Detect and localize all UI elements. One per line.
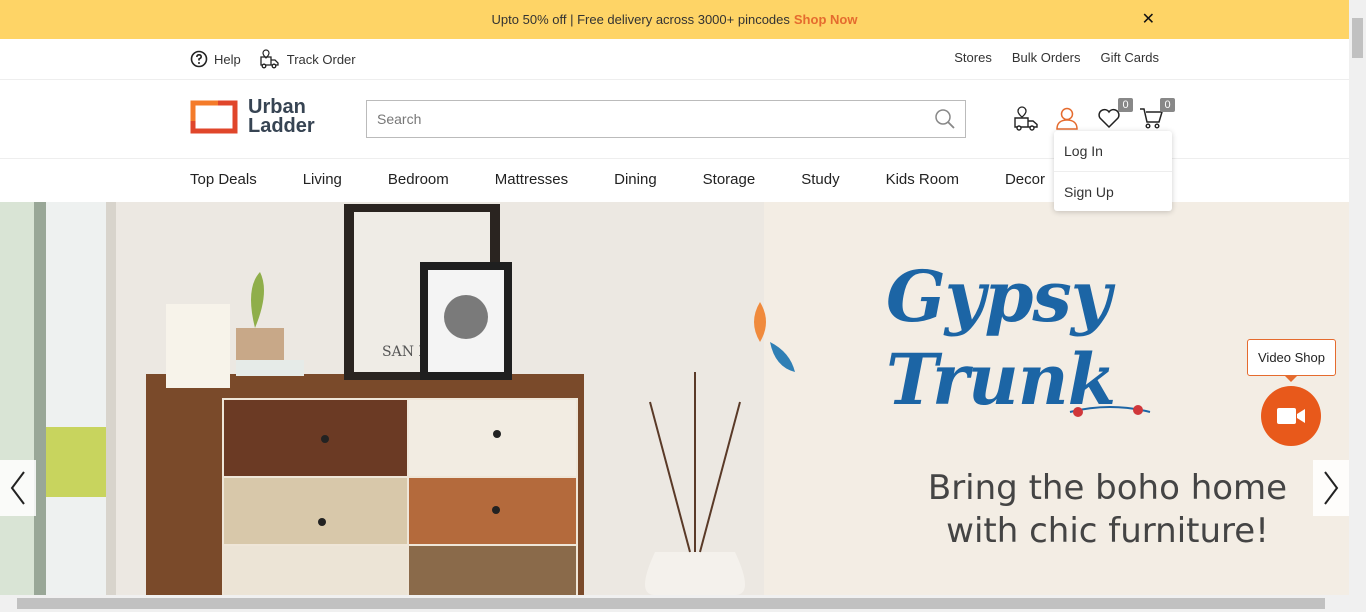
close-icon[interactable]: ✕ [1142, 9, 1155, 29]
header-icons: 0 0 [1013, 98, 1175, 131]
nav-item-mattresses[interactable]: Mattresses [495, 171, 568, 188]
nav-item-living[interactable]: Living [303, 171, 342, 188]
bulk-orders-link[interactable]: Bulk Orders [1012, 50, 1081, 65]
gift-cards-link[interactable]: Gift Cards [1100, 50, 1159, 65]
logo-text-ladder: Ladder [248, 115, 315, 137]
video-shop-tooltip: Video Shop [1247, 339, 1336, 382]
login-link[interactable]: Log In [1054, 131, 1172, 171]
chevron-right-icon [1324, 471, 1339, 505]
wishlist-heart-icon[interactable]: 0 [1097, 98, 1133, 130]
utility-bar: Help Track Order Stores Bulk Orders Gift… [0, 39, 1349, 80]
truck-location-icon [260, 49, 279, 69]
vertical-scrollbar[interactable] [1349, 0, 1366, 612]
banner-subtitle: Bring the boho home with chic furniture! [920, 467, 1295, 553]
account-dropdown: Log In Sign Up [1054, 131, 1172, 211]
vertical-scroll-thumb[interactable] [1352, 18, 1363, 58]
logo-mark-icon [190, 99, 238, 135]
signup-link[interactable]: Sign Up [1054, 171, 1172, 211]
urban-ladder-logo[interactable]: Urban Ladder [190, 97, 315, 137]
track-order-label: Track Order [286, 51, 356, 67]
nav-item-decor[interactable]: Decor [1005, 171, 1045, 188]
nav-item-kids-room[interactable]: Kids Room [886, 171, 959, 188]
nav-item-top-deals[interactable]: Top Deals [190, 171, 257, 188]
horizontal-scrollbar[interactable] [0, 595, 1349, 612]
video-shop-button[interactable] [1261, 386, 1321, 446]
video-shop-label: Video Shop [1258, 350, 1325, 365]
stores-link[interactable]: Stores [954, 50, 992, 65]
carousel-next-button[interactable] [1313, 460, 1349, 516]
promo-text: Upto 50% off | Free delivery across 3000… [491, 12, 790, 27]
search-input[interactable] [367, 101, 925, 137]
nav-item-storage[interactable]: Storage [703, 171, 756, 188]
track-order-link[interactable]: Track Order [259, 49, 356, 69]
horizontal-scroll-thumb[interactable] [17, 598, 1325, 609]
help-link[interactable]: Help [190, 50, 241, 68]
help-icon [190, 50, 208, 68]
help-label: Help [214, 51, 241, 67]
video-camera-icon [1277, 408, 1305, 424]
cart-count-badge: 0 [1160, 98, 1175, 112]
nav-item-study[interactable]: Study [801, 171, 839, 188]
page: Upto 50% off | Free delivery across 3000… [0, 0, 1366, 612]
shop-now-link[interactable]: Shop Now [794, 12, 858, 27]
banner-subtitle-line2: with chic furniture! [946, 511, 1269, 551]
nav-item-dining[interactable]: Dining [614, 171, 657, 188]
carousel-prev-button[interactable] [0, 460, 36, 516]
chevron-left-icon [10, 471, 25, 505]
user-account-icon[interactable] [1055, 106, 1079, 130]
hero-banner[interactable]: SAN FR Gypsy Trunk Bring the boho home w [0, 202, 1349, 595]
wishlist-count-badge: 0 [1118, 98, 1133, 112]
track-order-icon[interactable] [1013, 106, 1038, 131]
promo-bar: Upto 50% off | Free delivery across 3000… [0, 0, 1349, 39]
search-icon[interactable] [925, 108, 965, 130]
nav-item-bedroom[interactable]: Bedroom [388, 171, 449, 188]
banner-subtitle-line1: Bring the boho home [927, 468, 1288, 508]
search-box [366, 100, 966, 138]
cart-icon[interactable]: 0 [1139, 98, 1175, 130]
